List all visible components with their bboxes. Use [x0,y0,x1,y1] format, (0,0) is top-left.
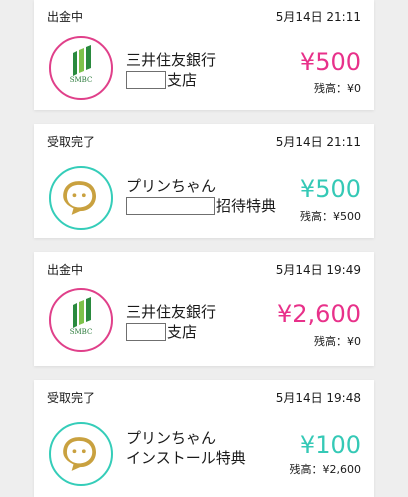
transaction-status: 出金中 [47,10,84,24]
payee-name-line2: 支店 [126,322,216,342]
redacted-name-box [126,197,215,215]
transaction-card[interactable]: 出金中 5月14日 19:49 SMBC 三井住友銀行 支店 ¥2,600 残高… [34,252,374,366]
transaction-card[interactable]: 受取完了 5月14日 19:48 プリンちゃん インストール特典 ¥100 残高… [34,380,374,497]
transaction-card[interactable]: 出金中 5月14日 21:11 SMBC 三井住友銀行 支店 ¥500 残高：¥… [34,0,374,110]
redacted-branch-box [126,71,166,89]
transaction-list: 出金中 5月14日 21:11 SMBC 三井住友銀行 支店 ¥500 残高：¥… [0,0,408,497]
transaction-amount: ¥500 [299,175,361,203]
transaction-balance: 残高：¥2,600 [289,463,362,476]
transaction-amount: ¥2,600 [277,300,361,328]
payee-name-line1: プリンちゃん [126,429,217,447]
payee-name: 三井住友銀行 支店 [126,302,216,342]
transaction-status: 受取完了 [47,391,96,405]
smbc-logo-text: SMBC [69,328,93,336]
payee-name-line2: インストール特典 [126,449,246,467]
payee-name-line1: プリンちゃん [126,177,217,195]
payee-name-line1: 三井住友銀行 [126,51,217,69]
transaction-status: 出金中 [47,263,84,277]
smbc-logo-icon: SMBC [49,36,113,100]
transaction-datetime: 5月14日 21:11 [275,135,361,149]
purin-chat-bubble-icon [49,166,113,230]
payee-name: プリンちゃん インストール特典 [126,428,246,468]
transaction-balance: 残高：¥0 [314,335,361,348]
transaction-card[interactable]: 受取完了 5月14日 21:11 プリンちゃん 招待特典 ¥500 残高：¥50… [34,124,374,238]
redacted-branch-box [126,323,166,341]
payee-name-suffix: 招待特典 [216,197,277,215]
smbc-logo-icon: SMBC [49,288,113,352]
transaction-datetime: 5月14日 19:48 [275,391,361,405]
smbc-logo-text: SMBC [69,76,93,84]
payee-name-line1: 三井住友銀行 [126,303,217,321]
transaction-status: 受取完了 [47,135,96,149]
payee-name-line2: 支店 [126,70,216,90]
purin-chat-bubble-icon [49,422,113,486]
payee-name-line2: 招待特典 [126,196,276,216]
transaction-datetime: 5月14日 21:11 [275,10,361,24]
payee-name-suffix: 支店 [167,71,198,89]
payee-name: プリンちゃん 招待特典 [126,176,276,216]
transaction-datetime: 5月14日 19:49 [275,263,361,277]
payee-name-suffix: 支店 [167,323,198,341]
transaction-balance: 残高：¥500 [300,210,361,223]
transaction-balance: 残高：¥0 [314,82,361,95]
payee-name: 三井住友銀行 支店 [126,50,216,90]
transaction-amount: ¥500 [299,48,361,76]
transaction-amount: ¥100 [299,431,361,459]
